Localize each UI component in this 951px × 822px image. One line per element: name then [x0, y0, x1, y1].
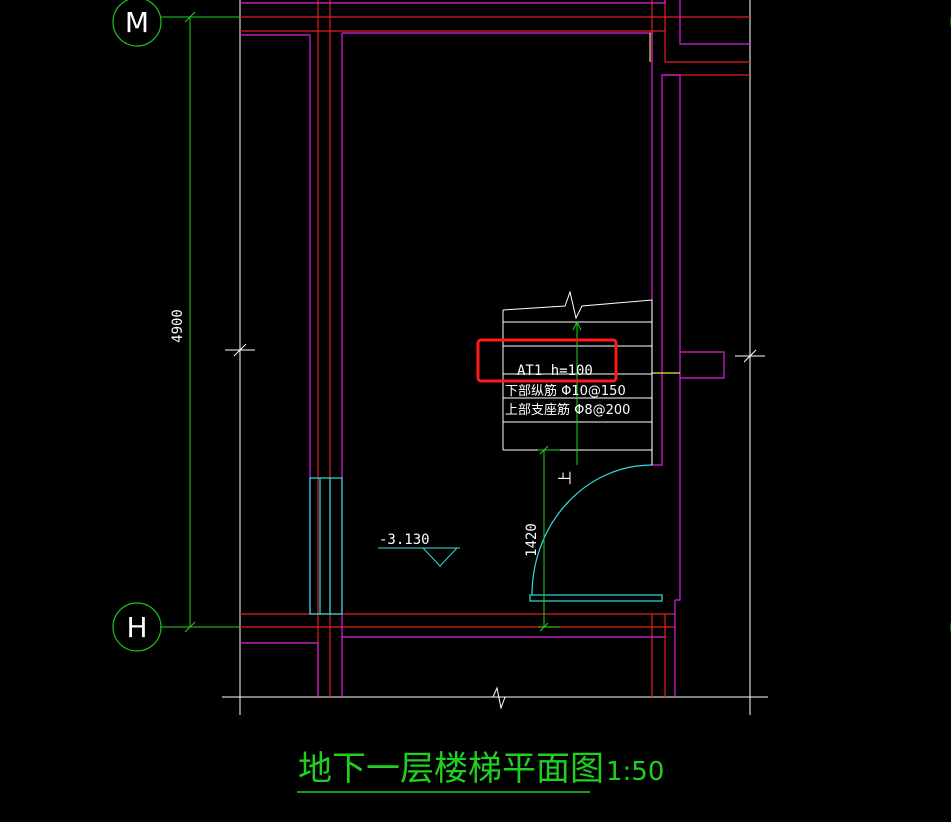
level-mark-text: -3.130 [379, 532, 430, 548]
drawing-title: 地下一层楼梯平面图 [298, 749, 604, 789]
axis-label-bottom: H [126, 611, 147, 644]
canvas-background [0, 0, 951, 822]
stair-rebar-top: 上部支座筋 Φ8@200 [505, 402, 630, 418]
dim-text-overall: 4900 [170, 309, 186, 343]
stair-label: AT1 h=100 [517, 363, 593, 379]
stair-rebar-bottom: 下部纵筋 Φ10@150 [505, 383, 626, 399]
stair-direction-label: 上 [558, 471, 574, 485]
dim-text-stair: 1420 [524, 523, 540, 557]
stair-plan-drawing: M H 4900 1420 -3.130 AT1 h=100 下部纵筋 Φ10@… [0, 0, 951, 822]
axis-label-top: M [125, 6, 149, 39]
drawing-scale: 1:50 [606, 757, 664, 787]
